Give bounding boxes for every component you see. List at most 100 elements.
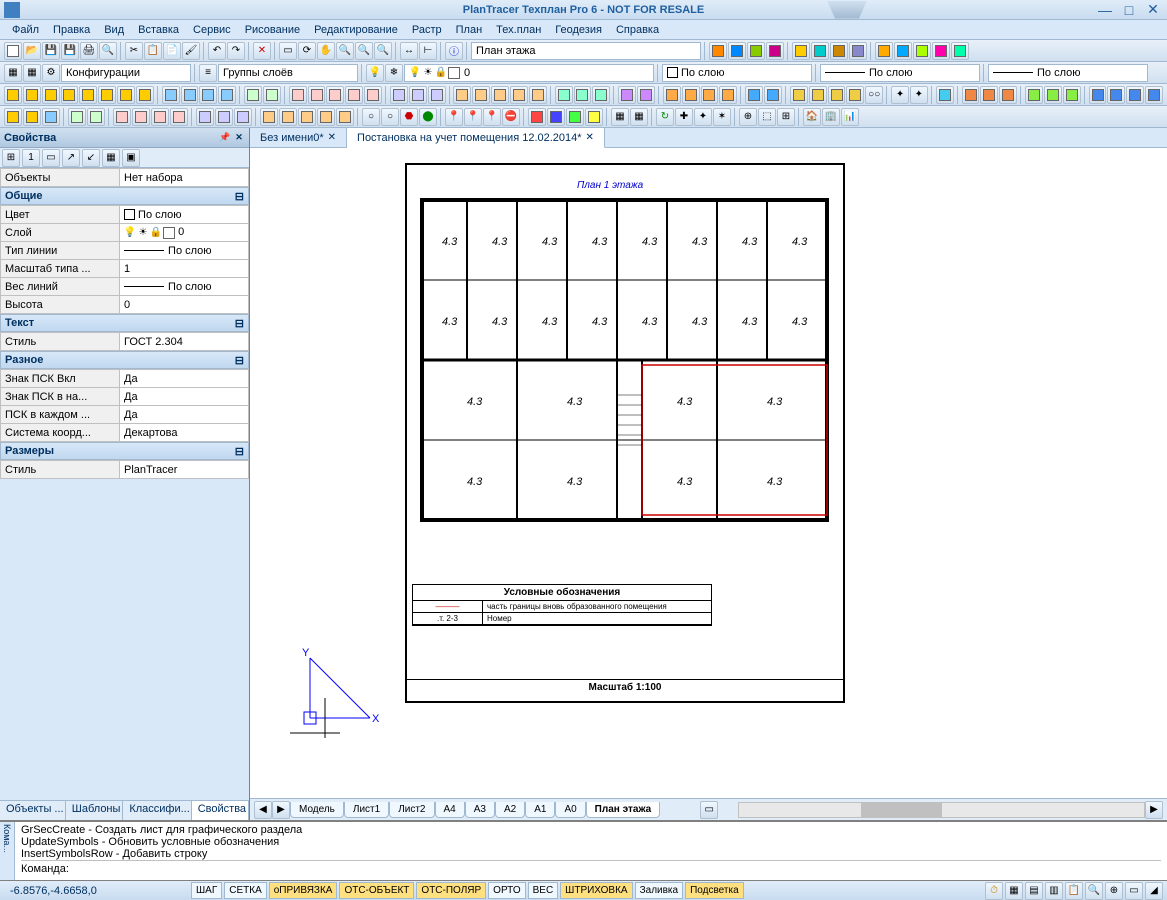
t4-8[interactable]: [151, 108, 169, 126]
save-icon[interactable]: 💾: [42, 42, 60, 60]
layout-tab-a1[interactable]: A1: [525, 802, 555, 818]
h-scrollbar[interactable]: [738, 802, 1145, 818]
t4-26[interactable]: [528, 108, 546, 126]
menu-techplan[interactable]: Тех.план: [490, 22, 547, 38]
t4-18[interactable]: ○: [362, 108, 380, 126]
redo-icon[interactable]: ↷: [227, 42, 245, 60]
t3-52[interactable]: [1063, 86, 1081, 104]
t4-35[interactable]: ✶: [713, 108, 731, 126]
t3-55[interactable]: [1126, 86, 1144, 104]
status-icon-3[interactable]: ▤: [1025, 882, 1043, 900]
layout-tab-a2[interactable]: A2: [495, 802, 525, 818]
info-icon[interactable]: ⓘ: [445, 42, 463, 60]
status-icon-4[interactable]: ▥: [1045, 882, 1063, 900]
t4-33[interactable]: ✚: [675, 108, 693, 126]
layout-tab-model[interactable]: Модель: [290, 802, 344, 818]
t3-34[interactable]: [682, 86, 700, 104]
t3-16[interactable]: [308, 86, 326, 104]
t4-40[interactable]: 🏢: [822, 108, 840, 126]
menu-plan[interactable]: План: [450, 22, 489, 38]
t3-44[interactable]: ✦: [891, 86, 909, 104]
t3-19[interactable]: [364, 86, 382, 104]
status-lwt[interactable]: ВЕС: [528, 882, 559, 899]
t4-12[interactable]: [234, 108, 252, 126]
menu-raster[interactable]: Растр: [406, 22, 448, 38]
close-icon[interactable]: ✕: [328, 132, 336, 143]
layout-tab-a3[interactable]: A3: [465, 802, 495, 818]
menu-edit[interactable]: Правка: [47, 22, 96, 38]
t3-14[interactable]: [263, 86, 281, 104]
t3-17[interactable]: [326, 86, 344, 104]
layer-state-icon[interactable]: ▦: [23, 64, 41, 82]
dist-icon[interactable]: ↔: [400, 42, 418, 60]
sidebar-tab-templates[interactable]: Шаблоны: [66, 801, 124, 820]
status-icon-9[interactable]: ◢: [1145, 882, 1163, 900]
menu-insert[interactable]: Вставка: [132, 22, 185, 38]
t3-35[interactable]: [701, 86, 719, 104]
menu-service[interactable]: Сервис: [187, 22, 237, 38]
t4-3[interactable]: [42, 108, 60, 126]
doc-tab-1[interactable]: Постановка на учет помещения 12.02.2014*…: [347, 128, 605, 148]
t4-19[interactable]: ○: [381, 108, 399, 126]
menu-modify[interactable]: Редактирование: [308, 22, 404, 38]
status-step[interactable]: ШАГ: [191, 882, 222, 899]
t3-39[interactable]: [790, 86, 808, 104]
t3-53[interactable]: [1089, 86, 1107, 104]
t3-2[interactable]: [23, 86, 41, 104]
t3-27[interactable]: [529, 86, 547, 104]
t3-4[interactable]: [61, 86, 79, 104]
t3-51[interactable]: [1044, 86, 1062, 104]
t3-49[interactable]: [999, 86, 1017, 104]
zoomext-icon[interactable]: 🔍: [355, 42, 373, 60]
drawing-canvas[interactable]: План 1 этажа: [250, 148, 1167, 798]
status-hatch[interactable]: ШТРИХОВКА: [560, 882, 632, 899]
t4-7[interactable]: [132, 108, 150, 126]
t3-47[interactable]: [962, 86, 980, 104]
t4-20[interactable]: ⬣: [400, 108, 418, 126]
section-text[interactable]: Текст⊟: [0, 314, 249, 332]
t3-48[interactable]: [980, 86, 998, 104]
open-icon[interactable]: 📂: [23, 42, 41, 60]
status-icon-6[interactable]: 🔍: [1085, 882, 1103, 900]
menu-help[interactable]: Справка: [610, 22, 665, 38]
t3-7[interactable]: [117, 86, 135, 104]
t3-11[interactable]: [199, 86, 217, 104]
t4-4[interactable]: [68, 108, 86, 126]
status-icon-7[interactable]: ⊕: [1105, 882, 1123, 900]
t3-8[interactable]: [136, 86, 154, 104]
config-select[interactable]: Конфигурации: [61, 64, 191, 82]
t4-11[interactable]: [215, 108, 233, 126]
maximize-button[interactable]: □: [1119, 3, 1139, 17]
prop-objects-value[interactable]: Нет набора: [120, 169, 249, 187]
t3-23[interactable]: [453, 86, 471, 104]
tool-i[interactable]: [875, 42, 893, 60]
t4-16[interactable]: [317, 108, 335, 126]
t4-5[interactable]: [87, 108, 105, 126]
menu-view[interactable]: Вид: [98, 22, 130, 38]
tab-next-icon[interactable]: ▶: [272, 801, 290, 819]
t4-37[interactable]: ⬚: [758, 108, 776, 126]
t4-17[interactable]: [336, 108, 354, 126]
t4-30[interactable]: ▦: [611, 108, 629, 126]
status-ortho[interactable]: ОРТО: [488, 882, 525, 899]
t3-18[interactable]: [345, 86, 363, 104]
t3-46[interactable]: [936, 86, 954, 104]
undo-icon[interactable]: ↶: [208, 42, 226, 60]
layout-tab-2[interactable]: Лист2: [389, 802, 434, 818]
t3-50[interactable]: [1025, 86, 1043, 104]
panel-close-icon[interactable]: ✕: [233, 132, 245, 144]
t3-30[interactable]: [592, 86, 610, 104]
cut-icon[interactable]: ✂: [125, 42, 143, 60]
pan-icon[interactable]: ✋: [317, 42, 335, 60]
status-grid[interactable]: СЕТКА: [224, 882, 267, 899]
t4-24[interactable]: 📍: [483, 108, 501, 126]
t4-13[interactable]: [260, 108, 278, 126]
command-input[interactable]: Команда:: [21, 860, 1161, 875]
print-icon[interactable]: 🖨: [80, 42, 98, 60]
delete-icon[interactable]: ✕: [253, 42, 271, 60]
paste-icon[interactable]: 📄: [163, 42, 181, 60]
t4-41[interactable]: 📊: [841, 108, 859, 126]
status-osnap[interactable]: оПРИВЯЗКА: [269, 882, 338, 899]
status-otrack-polar[interactable]: ОТС-ПОЛЯР: [416, 882, 486, 899]
status-icon-5[interactable]: 📋: [1065, 882, 1083, 900]
